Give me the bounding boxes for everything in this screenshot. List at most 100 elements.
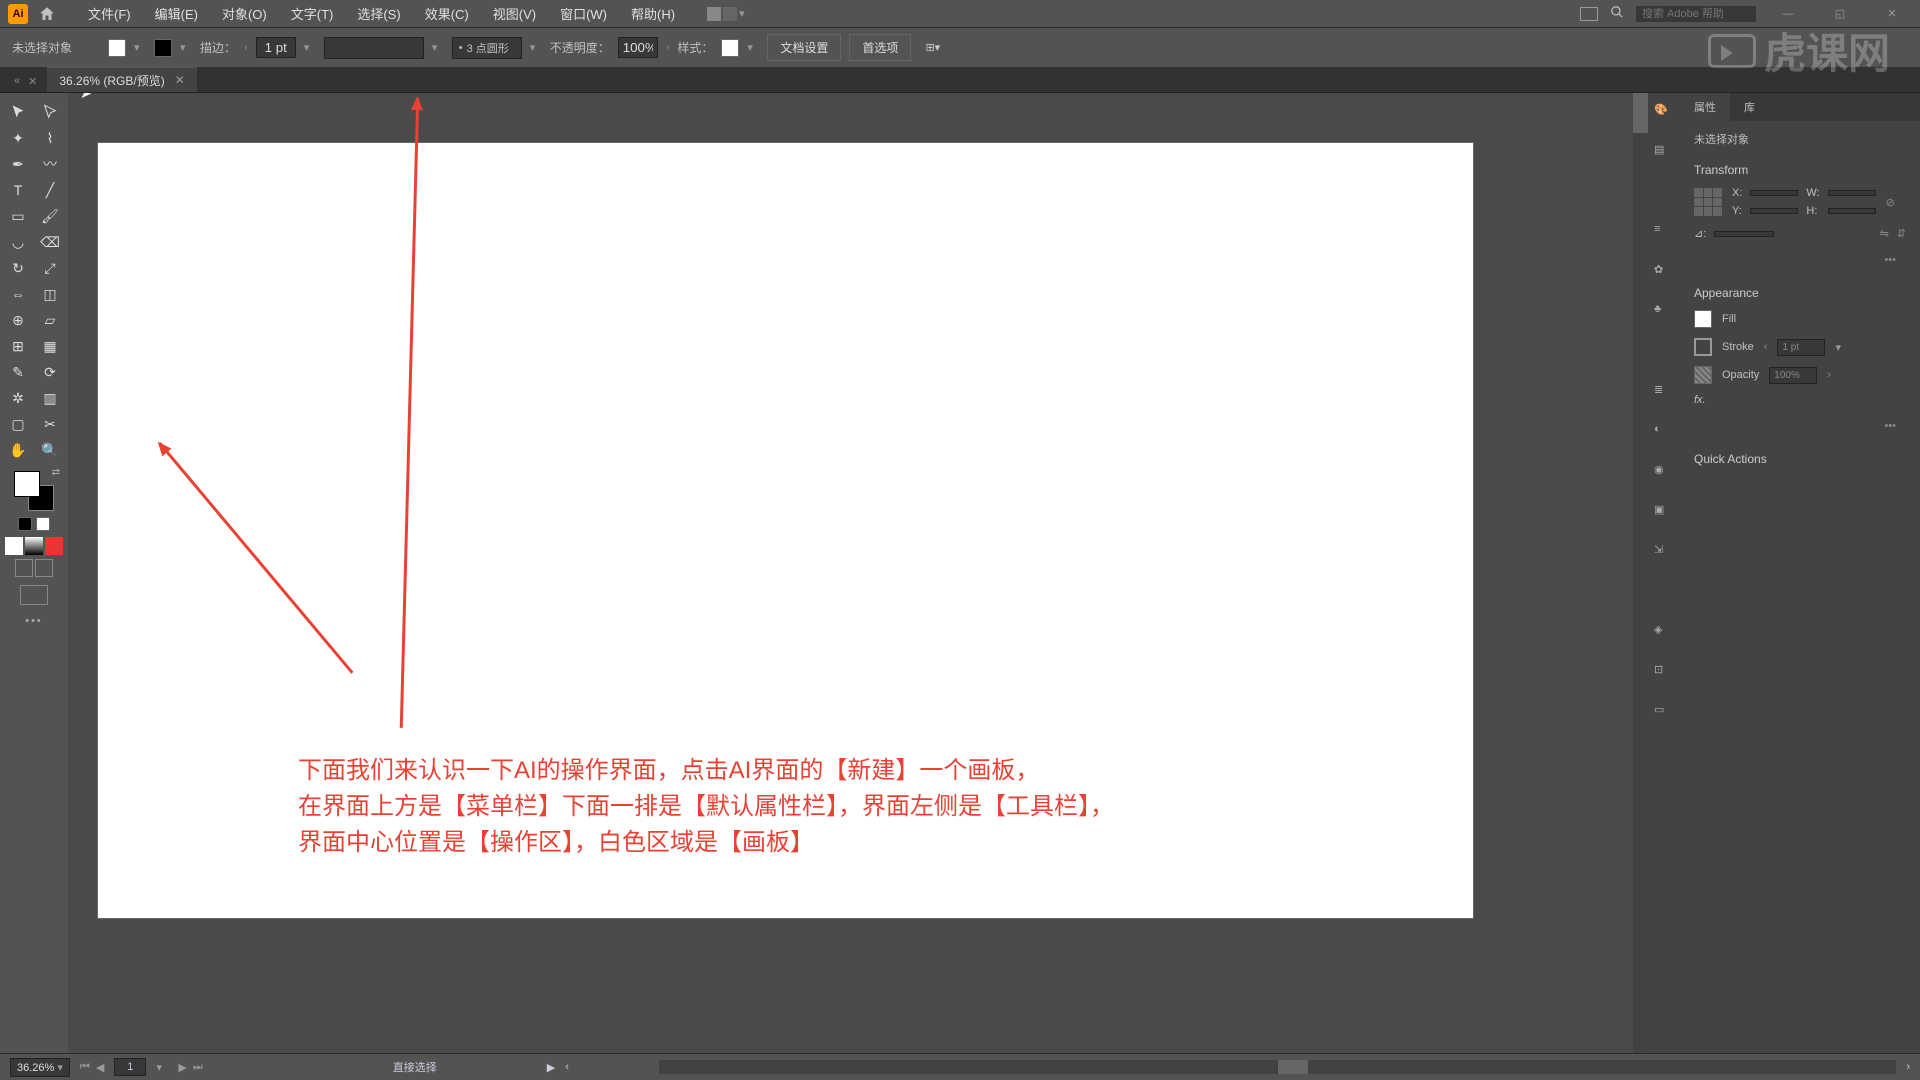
menu-help[interactable]: 帮助(H) (619, 0, 687, 27)
style-swatch[interactable] (721, 39, 739, 57)
symbol-sprayer-tool[interactable]: ✲ (4, 387, 32, 409)
stroke-profile[interactable]: •3 点圆形 (452, 37, 522, 59)
transparency-panel-icon[interactable]: ◐ (1654, 423, 1674, 443)
appearance-panel-icon[interactable]: ◉ (1654, 463, 1674, 483)
screen-mode-icon[interactable] (20, 585, 48, 605)
arrange-icon[interactable] (1580, 7, 1598, 21)
canvas-area[interactable]: ➤ 下面我们来认识一下AI的操作界面，点击AI界面的【新建】一个画板， 在界面上… (68, 93, 1648, 1053)
mesh-tool[interactable]: ⊞ (4, 335, 32, 357)
lasso-tool[interactable]: ⌇ (36, 127, 64, 149)
home-icon[interactable] (38, 5, 56, 23)
gradient-tool[interactable]: ▦ (36, 335, 64, 357)
layers-panel-icon[interactable]: ◈ (1654, 623, 1674, 643)
stroke-weight-input[interactable] (256, 37, 296, 58)
symbols-panel-icon[interactable]: ♣ (1654, 303, 1674, 323)
align-panel-icon[interactable]: ≣ (1654, 383, 1674, 403)
menu-effect[interactable]: 效果(C) (413, 0, 481, 27)
appearance-more-icon[interactable]: ••• (1874, 416, 1906, 436)
stroke-color-swatch[interactable] (1694, 338, 1712, 356)
libraries-panel-icon[interactable]: ⊡ (1654, 663, 1674, 683)
menu-select[interactable]: 选择(S) (345, 0, 412, 27)
fill-color-swatch[interactable] (1694, 310, 1712, 328)
eyedropper-tool[interactable]: ✎ (4, 361, 32, 383)
pen-tool[interactable]: ✒ (4, 153, 32, 175)
h-input[interactable] (1828, 208, 1876, 214)
rectangle-tool[interactable]: ▭ (4, 205, 32, 227)
magic-wand-tool[interactable]: ✦ (4, 127, 32, 149)
artboard[interactable]: 下面我们来认识一下AI的操作界面，点击AI界面的【新建】一个画板， 在界面上方是… (98, 143, 1473, 918)
menu-file[interactable]: 文件(F) (76, 0, 143, 27)
panel-opacity-input[interactable]: 100% (1769, 367, 1817, 384)
opacity-swatch[interactable] (1694, 366, 1712, 384)
search-icon[interactable] (1610, 5, 1624, 22)
transform-more-icon[interactable]: ••• (1874, 250, 1906, 270)
fill-swatch[interactable] (108, 39, 126, 57)
free-transform-tool[interactable]: ◫ (36, 283, 64, 305)
horizontal-scrollbar[interactable] (659, 1060, 1896, 1074)
tab-arrow-icon[interactable]: « (14, 75, 20, 88)
width-tool[interactable]: ⇔ (4, 283, 32, 305)
line-tool[interactable]: ╱ (36, 179, 64, 201)
link-wh-icon[interactable]: ⊘ (1886, 196, 1895, 209)
opacity-input[interactable] (618, 37, 658, 58)
minimize-icon[interactable]: — (1768, 8, 1808, 20)
artboard-number-input[interactable]: 1 (114, 1058, 146, 1076)
slice-tool[interactable]: ✂ (36, 413, 64, 435)
document-tab[interactable]: 36.26% (RGB/预览) ✕ (47, 67, 196, 92)
gradient-mode-icon[interactable] (25, 537, 43, 555)
selection-tool[interactable] (4, 101, 32, 123)
artboard-tool[interactable]: ▢ (4, 413, 32, 435)
flip-h-icon[interactable]: ⇋ (1880, 227, 1889, 240)
vertical-scrollbar[interactable] (1633, 93, 1648, 1053)
blend-tool[interactable]: ⟳ (36, 361, 64, 383)
first-artboard-icon[interactable]: ⏮ (80, 1061, 90, 1074)
brushes-panel-icon[interactable]: ✿ (1654, 263, 1674, 283)
eraser-tool[interactable]: ⌫ (36, 231, 64, 253)
last-artboard-icon[interactable]: ⏭ (193, 1061, 203, 1074)
swatches-panel-icon[interactable]: ▤ (1654, 143, 1674, 163)
draw-behind-icon[interactable] (35, 559, 53, 577)
zoom-select[interactable]: 36.26% ▾ (10, 1058, 70, 1077)
direct-selection-tool[interactable] (36, 101, 64, 123)
tab-close-all-icon[interactable]: ✕ (28, 75, 37, 88)
restore-icon[interactable]: ◱ (1820, 7, 1860, 20)
w-input[interactable] (1828, 190, 1876, 196)
type-tool[interactable]: T (4, 179, 32, 201)
color-panel-icon[interactable]: 🎨 (1654, 103, 1674, 123)
artboards-panel-icon[interactable]: ▭ (1654, 703, 1674, 723)
draw-normal-icon[interactable] (15, 559, 33, 577)
reference-point[interactable] (1694, 188, 1722, 216)
curvature-tool[interactable]: 〰 (36, 153, 64, 175)
menu-view[interactable]: 视图(V) (481, 0, 548, 27)
asset-export-panel-icon[interactable]: ⇲ (1654, 543, 1674, 563)
angle-input[interactable] (1714, 231, 1774, 237)
y-input[interactable] (1750, 208, 1798, 214)
fx-label[interactable]: fx. (1694, 394, 1906, 406)
graphic-styles-panel-icon[interactable]: ▣ (1654, 503, 1674, 523)
edit-toolbar-icon[interactable]: ••• (25, 615, 43, 627)
scale-tool[interactable]: ⤢ (36, 257, 64, 279)
hand-tool[interactable]: ✋ (4, 439, 32, 461)
paintbrush-tool[interactable]: 🖌 (36, 205, 64, 227)
brush-selector[interactable] (324, 37, 424, 59)
menu-edit[interactable]: 编辑(E) (143, 0, 210, 27)
stroke-swatch[interactable] (154, 39, 172, 57)
none-mode-icon[interactable] (45, 537, 63, 555)
fill-stroke-swatch[interactable]: ⇄ (14, 471, 54, 511)
perspective-tool[interactable]: ▱ (36, 309, 64, 331)
status-play-icon[interactable]: ▶ (547, 1061, 555, 1074)
document-setup-button[interactable]: 文档设置 (767, 34, 841, 61)
shape-builder-tool[interactable]: ⊕ (4, 309, 32, 331)
column-graph-tool[interactable]: ▥ (36, 387, 64, 409)
zoom-tool[interactable]: 🔍 (36, 439, 64, 461)
shaper-tool[interactable]: ◡ (4, 231, 32, 253)
panel-stroke-input[interactable]: 1 pt (1777, 339, 1825, 356)
prev-artboard-icon[interactable]: ◀ (96, 1061, 104, 1074)
search-input[interactable] (1636, 6, 1756, 22)
tab-properties[interactable]: 属性 (1680, 93, 1730, 121)
menu-type[interactable]: 文字(T) (279, 0, 346, 27)
rotate-tool[interactable]: ↻ (4, 257, 32, 279)
menu-window[interactable]: 窗口(W) (548, 0, 619, 27)
next-artboard-icon[interactable]: ▶ (178, 1061, 186, 1074)
preferences-button[interactable]: 首选项 (849, 34, 911, 61)
